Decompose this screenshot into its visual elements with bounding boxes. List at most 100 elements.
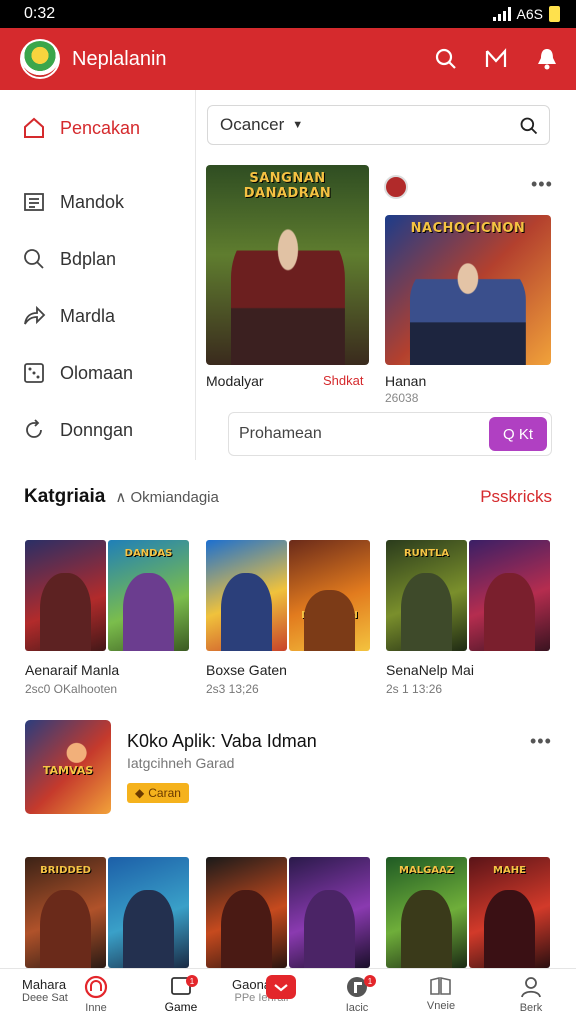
- game-thumbnail: DANDAS: [108, 540, 189, 651]
- diamond-icon: ◆: [135, 786, 145, 800]
- nav-item-home[interactable]: Mahara Deee Sat: [22, 977, 68, 1004]
- status-bar: 0:32 A6S: [0, 0, 576, 28]
- sidebar-item-label: Donngan: [60, 419, 134, 440]
- search-icon[interactable]: [434, 47, 458, 71]
- nav-label: Game: [164, 1000, 198, 1014]
- section-subtitle: ∧ Okmiandagia: [115, 489, 219, 506]
- nav-item-apps[interactable]: 1 Iacic: [340, 975, 376, 1014]
- refresh-icon: [26, 419, 42, 438]
- bottom-nav: Mahara Deee Sat Inne 1 Game Gaonals PPe …: [0, 968, 576, 1024]
- sidebar-item-label: Olomaan: [60, 362, 134, 383]
- sidebar-item-dice[interactable]: Olomaan: [22, 361, 133, 385]
- game-card[interactable]: MALGAAZ MAHE: [386, 857, 550, 968]
- app-title: Neplalanin: [72, 47, 167, 70]
- game-subtitle: 2s 1 13:26: [386, 682, 443, 696]
- thumbnail-title: TAMVAS: [42, 764, 94, 777]
- search-input[interactable]: Prohamean Q Kt: [228, 412, 552, 456]
- carrier-label: A6S: [516, 6, 543, 22]
- search-icon[interactable]: [519, 116, 539, 141]
- featured-poster-right[interactable]: NACHOCICNON: [385, 215, 551, 365]
- thumbnail-title: DANDAS: [124, 548, 173, 559]
- dropdown-value: Ocancer: [220, 115, 285, 134]
- sidebar-item-label: Mandok: [60, 191, 125, 212]
- nav-item-game[interactable]: 1 Game: [160, 975, 202, 1014]
- featured-pane: Ocancer ▼ SANGNAN DANADRAN Modalyar Shdk…: [197, 90, 576, 460]
- promo-badge[interactable]: ◆ Caran: [127, 783, 189, 803]
- game-card[interactable]: SNIGG: [206, 857, 370, 968]
- publisher-avatar[interactable]: [384, 175, 408, 199]
- signal-icon: [492, 7, 511, 21]
- featured-left-name: Modalyar: [206, 373, 264, 389]
- battery-icon: [549, 6, 560, 22]
- nav-label: Inne: [85, 1002, 107, 1014]
- featured-left-tag: Shdkat: [323, 373, 364, 388]
- game-card[interactable]: DDAGGAN: [206, 540, 370, 651]
- game-thumbnail: MALGAAZ: [386, 857, 467, 968]
- video-icon[interactable]: [266, 975, 296, 999]
- book-icon: [430, 976, 451, 995]
- game-thumbnail: BRIDDED: [25, 857, 106, 968]
- promo-title[interactable]: K0ko Aplik: Vaba Idman: [127, 731, 317, 752]
- game-thumbnail: RUNTLA: [386, 540, 467, 651]
- nav-item-circle[interactable]: Inne: [80, 975, 112, 1014]
- sidebar-item-home[interactable]: Pencakan: [22, 116, 140, 140]
- category-dropdown[interactable]: Ocancer ▼: [207, 105, 550, 145]
- sidebar: Pencakan Mandok Bdplan Mardla Olomaan Do…: [0, 90, 196, 460]
- promo-subtitle: Iatgcihneh Garad: [127, 755, 235, 771]
- nav-item-profile[interactable]: Berk: [515, 975, 547, 1014]
- game-thumbnail: SNIGG: [289, 857, 370, 968]
- app-bar: Neplalanin: [0, 28, 576, 90]
- more-options-icon[interactable]: •••: [531, 174, 553, 195]
- list-icon: [24, 193, 44, 211]
- featured-right-name: Hanan: [385, 373, 427, 389]
- nav-label: Iacic: [345, 1002, 369, 1014]
- game-card[interactable]: RUNTLA: [386, 540, 550, 651]
- app-logo[interactable]: [20, 39, 60, 79]
- mail-icon[interactable]: [484, 47, 508, 71]
- featured-poster-left[interactable]: SANGNAN DANADRAN: [206, 165, 369, 365]
- more-options-icon[interactable]: •••: [530, 731, 552, 752]
- nav-top-label: Mahara: [22, 977, 67, 992]
- thumbnail-title: BRIDDED: [40, 865, 91, 876]
- search-placeholder: Prohamean: [239, 425, 322, 442]
- dice-icon: [24, 363, 44, 383]
- nav-label: Vneie: [426, 1000, 456, 1012]
- sidebar-item-search[interactable]: Bdplan: [22, 247, 116, 271]
- sidebar-item-label: Pencakan: [60, 117, 141, 138]
- section-link[interactable]: Psskricks: [480, 487, 552, 507]
- poster-hero-image: [409, 257, 527, 365]
- game-subtitle: 2s3 13;26: [206, 682, 259, 696]
- sidebar-item-list[interactable]: Mandok: [22, 190, 124, 214]
- promo-thumbnail[interactable]: TAMVAS: [25, 720, 111, 814]
- notification-badge: 1: [186, 975, 198, 987]
- game-thumbnail: MAHE: [469, 857, 550, 968]
- circle-icon: [84, 975, 108, 999]
- game-thumbnail: [206, 540, 287, 651]
- game-subtitle: 2sc0 OKalhooten: [25, 682, 118, 696]
- game-thumbnail: [206, 857, 287, 968]
- sidebar-item-label: Bdplan: [60, 248, 117, 269]
- nav-label: Deee Sat: [22, 992, 68, 1004]
- promo-badge-label: Caran: [148, 786, 181, 800]
- game-card[interactable]: DANDAS: [25, 540, 189, 651]
- poster-title: SANGNAN DANADRAN: [243, 171, 332, 201]
- profile-icon: [521, 977, 541, 998]
- game-thumbnail: DDAGGAN: [289, 540, 370, 651]
- thumbnail-title: RUNTLA: [403, 548, 450, 559]
- notification-icon[interactable]: [534, 46, 560, 72]
- nav-label: Berk: [519, 1002, 543, 1014]
- home-icon: [24, 117, 44, 138]
- search-button[interactable]: Q Kt: [489, 417, 547, 451]
- poster-title: NACHOCICNON: [410, 221, 526, 236]
- game-thumbnail: [25, 540, 106, 651]
- game-card[interactable]: BRIDDED: [25, 857, 189, 968]
- sidebar-item-share[interactable]: Mardla: [22, 304, 115, 328]
- nav-item-book[interactable]: Vneie: [424, 975, 458, 1012]
- status-time: 0:32: [24, 5, 56, 22]
- share-icon: [24, 305, 46, 325]
- sidebar-item-label: Mardla: [60, 305, 116, 326]
- game-title: SenaNelp Mai: [386, 662, 474, 678]
- thumbnail-title: MALGAAZ: [399, 865, 454, 876]
- game-thumbnail: [108, 857, 189, 968]
- sidebar-item-refresh[interactable]: Donngan: [22, 418, 133, 442]
